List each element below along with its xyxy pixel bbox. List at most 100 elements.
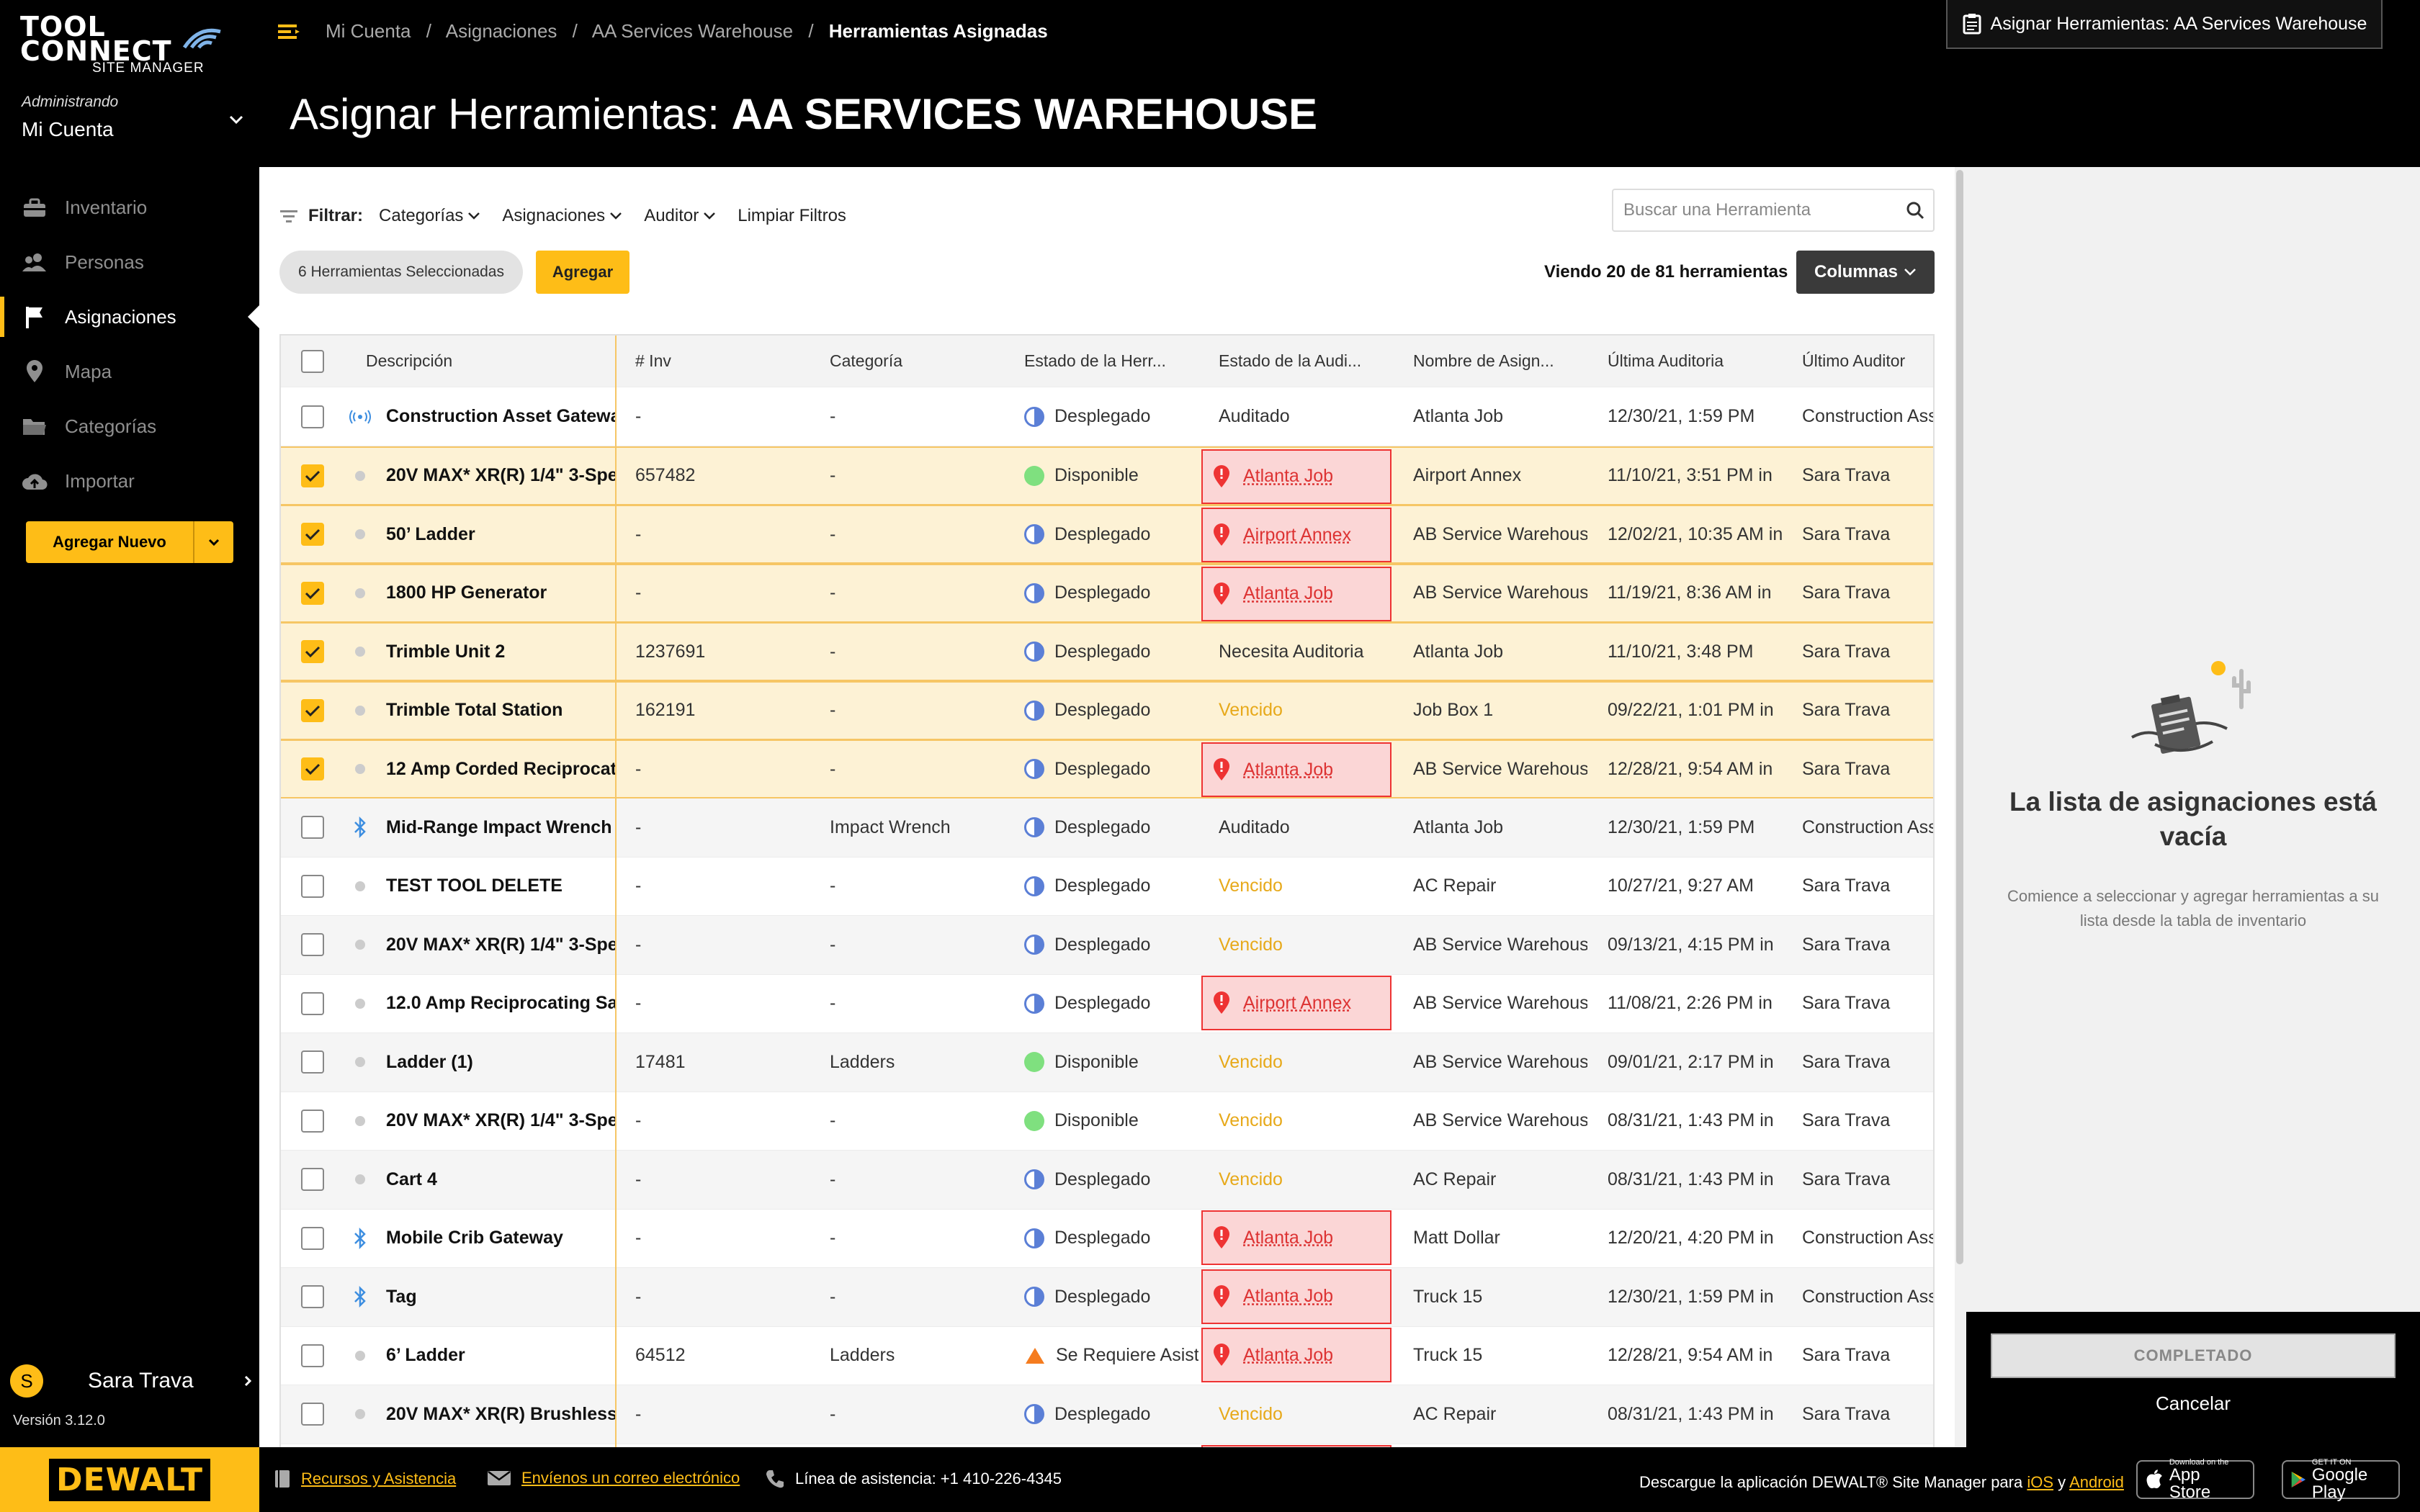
table-row[interactable]: Trimble Total Station 162191 - Desplegado Ve… xyxy=(281,680,1933,740)
tool-description-cell[interactable]: 12 Amp Corded Reciprocating Saw xyxy=(344,741,615,797)
table-row[interactable]: Ladder (1) 17481 Ladders Disponible Vencido A… xyxy=(281,1032,1933,1092)
tool-description-cell[interactable]: 20V MAX* XR(R) 1/4" 3-Speed Impact Drive… xyxy=(344,916,615,974)
row-checkbox[interactable] xyxy=(301,698,324,722)
chevron-down-icon[interactable] xyxy=(193,521,233,563)
table-row[interactable]: 20V MAX* XR(R) 1/4" 3-Speed Impact Drive… xyxy=(281,446,1933,505)
row-checkbox[interactable] xyxy=(301,1226,324,1250)
tool-description-cell[interactable]: 12.0 Amp Reciprocating Saw xyxy=(344,974,615,1032)
row-checkbox[interactable] xyxy=(301,757,324,780)
table-row[interactable]: Tag - - Desplegado Atlanta Job Truck 15 12/30/… xyxy=(281,1267,1933,1327)
row-checkbox[interactable] xyxy=(301,581,324,605)
breadcrumb-mi-cuenta[interactable]: Mi Cuenta xyxy=(326,20,411,42)
sidebar-item-asignaciones[interactable]: Asignaciones xyxy=(0,289,259,344)
audit-alert-badge[interactable]: Atlanta Job xyxy=(1201,566,1392,621)
tool-description-cell[interactable]: Ladder (1) xyxy=(344,1033,615,1092)
sidebar-item-personas[interactable]: Personas xyxy=(0,235,259,289)
tool-description-cell[interactable]: Trimble Unit 2 xyxy=(344,624,615,680)
table-row[interactable]: 20V MAX* XR(R) 1/4" 3-Speed Impact Drive… xyxy=(281,1092,1933,1151)
row-checkbox[interactable] xyxy=(301,1344,324,1367)
add-new-button[interactable]: Agregar Nuevo xyxy=(26,521,233,563)
table-row[interactable]: Construction Asset Gateway - - Desplegado Au… xyxy=(281,387,1933,446)
audit-alert-badge[interactable]: Airport Annex xyxy=(1201,508,1392,562)
column-header[interactable]: Última Auditoria xyxy=(1587,336,1782,387)
breadcrumb-asignaciones[interactable]: Asignaciones xyxy=(446,20,557,42)
app-store-badge[interactable]: Download on the App Store xyxy=(2136,1458,2254,1501)
tool-connect-logo[interactable]: TOOL CONNECT SITE MANAGER xyxy=(20,13,222,76)
column-header[interactable]: Descripción xyxy=(344,336,615,387)
table-scrollbar-thumb[interactable] xyxy=(1956,170,1963,1264)
column-header[interactable]: Estado de la Audi... xyxy=(1198,336,1393,387)
filter-categorias-dropdown[interactable]: Categorías xyxy=(379,206,480,226)
tool-description-cell[interactable]: 6’ Ladder xyxy=(344,1326,615,1385)
table-row[interactable]: 12.0 Amp Reciprocating Saw - - Desplegado Ai… xyxy=(281,974,1933,1033)
user-menu[interactable]: S Sara Trava xyxy=(10,1362,255,1400)
row-checkbox[interactable] xyxy=(301,1168,324,1191)
row-checkbox[interactable] xyxy=(301,464,324,487)
audit-alert-badge[interactable]: Atlanta Job xyxy=(1201,1210,1392,1265)
table-row[interactable]: TEST TOOL DELETE - - Desplegado Vencido AC Re… xyxy=(281,857,1933,916)
sidebar-item-mapa[interactable]: Mapa xyxy=(0,344,259,399)
tool-description-cell[interactable]: 20V MAX* XR(R) Brushless Drill xyxy=(344,1385,615,1444)
table-row[interactable]: 20V MAX* XR(R) 1/4" 3-Speed Impact Drive… xyxy=(281,915,1933,975)
filter-asignaciones-dropdown[interactable]: Asignaciones xyxy=(502,206,622,226)
audit-alert-badge[interactable]: Atlanta Job xyxy=(1201,1328,1392,1382)
row-checkbox[interactable] xyxy=(301,405,324,428)
tool-description-cell[interactable]: 1800 HP Generator xyxy=(344,565,615,621)
column-header[interactable]: Estado de la Herr... xyxy=(1004,336,1198,387)
row-checkbox[interactable] xyxy=(301,1109,324,1133)
table-row[interactable]: 1800 HP Generator - - Desplegado Atlanta Job… xyxy=(281,563,1933,623)
tool-description-cell[interactable]: 50’ Ladder xyxy=(344,506,615,562)
row-checkbox[interactable] xyxy=(301,1285,324,1308)
row-checkbox[interactable] xyxy=(301,874,324,898)
select-all-checkbox[interactable] xyxy=(301,349,324,373)
assign-tools-button[interactable]: Asignar Herramientas: AA Services Wareho… xyxy=(1946,0,2383,49)
row-checkbox[interactable] xyxy=(301,991,324,1015)
audit-alert-badge[interactable]: Atlanta Job xyxy=(1201,742,1392,797)
breadcrumb-warehouse[interactable]: AA Services Warehouse xyxy=(592,20,793,42)
add-button[interactable]: Agregar xyxy=(536,251,629,294)
email-link[interactable]: Envíenos un correo electrónico xyxy=(487,1469,740,1488)
column-header[interactable]: Categoría xyxy=(810,336,1004,387)
sidebar-item-inventario[interactable]: Inventario xyxy=(0,180,259,235)
tool-description-cell[interactable]: 20V MAX* XR(R) 1/4" 3-Speed Impact Drive… xyxy=(344,1092,615,1150)
row-checkbox[interactable] xyxy=(301,640,324,663)
google-play-badge[interactable]: GET IT ON Google Play xyxy=(2282,1458,2400,1501)
tool-description-cell[interactable]: Mobile Crib Gateway xyxy=(344,1209,615,1267)
tool-description-cell[interactable]: Mid-Range Impact Wrench xyxy=(344,798,615,857)
column-header[interactable]: Nombre de Asign... xyxy=(1393,336,1587,387)
columns-button[interactable]: Columnas xyxy=(1796,251,1935,294)
column-header[interactable]: # Inv xyxy=(615,336,810,387)
row-checkbox[interactable] xyxy=(301,523,324,546)
tool-description-cell[interactable]: Tag xyxy=(344,1268,615,1326)
android-link[interactable]: Android xyxy=(2069,1473,2124,1491)
audit-alert-badge[interactable]: Atlanta Job xyxy=(1201,449,1392,504)
chevron-down-icon[interactable] xyxy=(228,111,245,128)
search-input[interactable] xyxy=(1623,200,1897,220)
row-checkbox[interactable] xyxy=(301,1050,324,1074)
table-row[interactable]: 12 Amp Corded Reciprocating Saw--Despleg… xyxy=(281,739,1933,798)
cancel-button[interactable]: Cancelar xyxy=(1991,1392,2396,1415)
account-selector[interactable]: Mi Cuenta xyxy=(22,118,114,141)
filter-auditor-dropdown[interactable]: Auditor xyxy=(644,206,716,226)
sidebar-item-categorias[interactable]: Categorías xyxy=(0,399,259,454)
table-row[interactable]: Cart 4 - - Desplegado Vencido AC Repair 08/31/… xyxy=(281,1150,1933,1210)
tool-description-cell[interactable]: Trimble Total Station xyxy=(344,683,615,739)
table-row[interactable]: 50’ Ladder - - Desplegado Airport Annex AB Se… xyxy=(281,505,1933,564)
complete-button[interactable]: COMPLETADO xyxy=(1991,1333,2396,1378)
tool-description-cell[interactable]: Construction Asset Gateway xyxy=(344,387,615,446)
table-row[interactable]: Trimble Unit 2 1237691 - Desplegado Necesita… xyxy=(281,622,1933,681)
menu-collapse-icon[interactable] xyxy=(277,20,302,43)
row-checkbox[interactable] xyxy=(301,816,324,839)
tool-description-cell[interactable]: TEST TOOL DELETE xyxy=(344,857,615,915)
tool-description-cell[interactable]: Cart 4 xyxy=(344,1151,615,1209)
dewalt-logo[interactable]: DEWALT xyxy=(49,1458,210,1501)
column-header[interactable]: Último Auditor xyxy=(1782,336,1933,387)
tool-description-cell[interactable]: 20V MAX* XR(R) 1/4" 3-Speed Impact Drive… xyxy=(344,448,615,504)
search-icon[interactable] xyxy=(1897,201,1933,220)
audit-alert-badge[interactable]: Airport Annex xyxy=(1201,976,1392,1030)
clear-filters-link[interactable]: Limpiar Filtros xyxy=(738,206,846,226)
row-checkbox[interactable] xyxy=(301,933,324,956)
table-row[interactable]: 20V MAX* XR(R) Brushless Drill--Desplega… xyxy=(281,1385,1933,1444)
table-row[interactable]: Mid-Range Impact Wrench - Impact Wrench Des… xyxy=(281,798,1933,858)
row-checkbox[interactable] xyxy=(301,1403,324,1426)
